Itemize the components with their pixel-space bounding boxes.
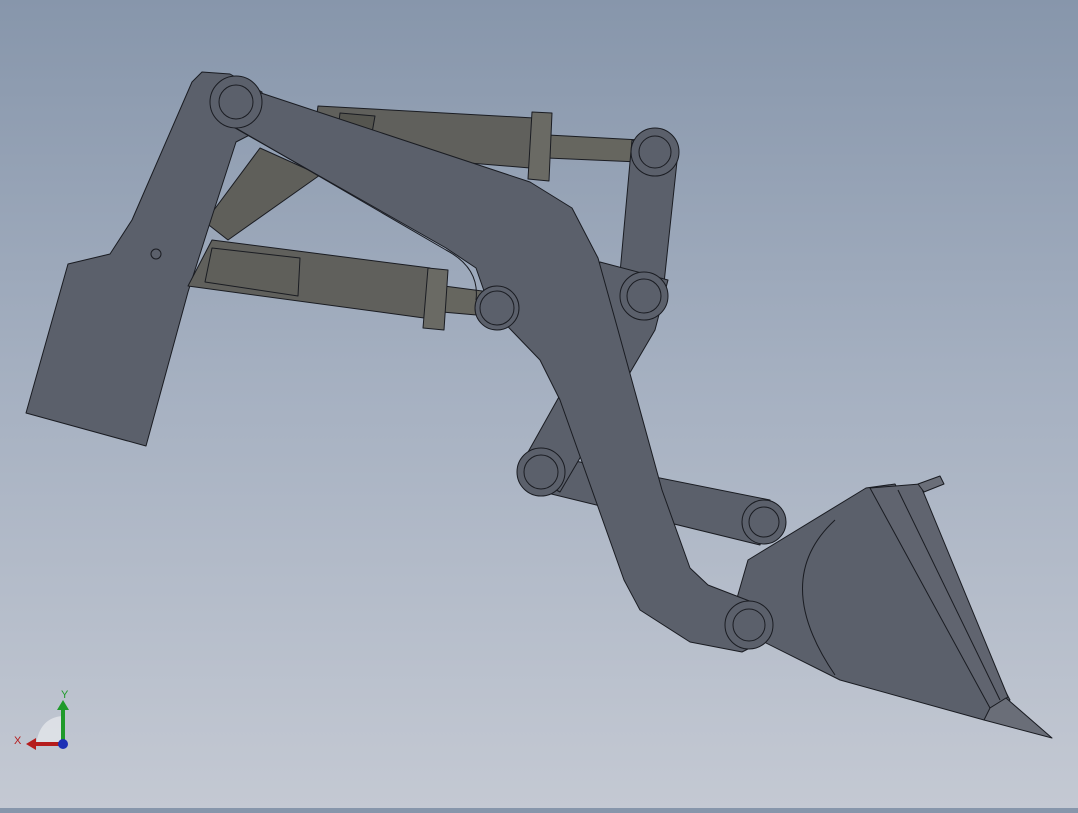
graphics-viewport[interactable] <box>0 0 1078 808</box>
triad-y-label: Y <box>61 689 69 701</box>
bell-crank-lower-pin <box>523 454 559 490</box>
triad-shade <box>36 716 62 744</box>
reference-triad: Y X <box>10 684 80 754</box>
triad-x-label: X <box>14 735 22 747</box>
bucket-link-end-pin <box>748 506 780 538</box>
arm-pivot-pin <box>218 84 254 120</box>
lift-cylinder-collar <box>422 267 449 331</box>
triad-z-axis <box>58 739 68 749</box>
triad-graphic: Y X <box>14 689 69 750</box>
tilt-link-top-pin <box>638 135 672 169</box>
tilt-cylinder-collar <box>527 111 553 182</box>
bucket-pivot-pin <box>732 608 766 642</box>
lift-cylinder[interactable] <box>187 239 491 331</box>
crank-pivot-pin <box>626 278 662 314</box>
bracket-bolt-hole <box>150 248 162 260</box>
loader-model[interactable] <box>0 0 1078 808</box>
triad-y-arrow <box>57 700 69 710</box>
triad-x-arrow <box>26 738 36 750</box>
tilt-cylinder-rod <box>546 134 641 163</box>
lift-cylinder-pin <box>479 290 515 326</box>
bucket-lip-tab <box>917 475 945 493</box>
